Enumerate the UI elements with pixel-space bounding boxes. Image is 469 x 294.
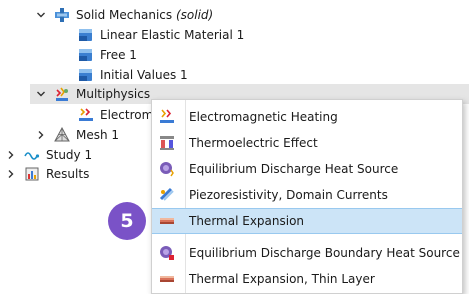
discharge-heat-icon [159,161,175,177]
menu-item-piezoresistivity-domain-currents[interactable]: Piezoresistivity, Domain Currents [152,182,462,208]
chevron-right-icon[interactable] [36,130,46,140]
tree-node-label: Study 1 [46,148,93,162]
tree-node-suffix: (solid) [175,8,214,22]
solid-mechanics-icon [54,7,70,23]
mesh-icon [54,127,70,143]
menu-item-label: Equilibrium Discharge Boundary Heat Sour… [189,246,460,260]
tree-node-solid-mechanics[interactable]: Solid Mechanics (solid) [36,5,213,25]
tree-node-mesh[interactable]: Mesh 1 [36,125,119,145]
boundary-node-icon [78,47,94,63]
tree-node-linear-elastic-material[interactable]: Linear Elastic Material 1 [78,25,244,45]
tree-node-results[interactable]: Results [6,164,89,184]
tree-node-study[interactable]: Study 1 [6,145,92,165]
menu-item-electromagnetic-heating[interactable]: Electromagnetic Heating [152,104,462,130]
tree-node-label: Free 1 [100,48,137,62]
menu-item-label: Electromagnetic Heating [189,110,338,124]
tree-node-label: Electrom [100,108,154,122]
piezoresistivity-icon [159,187,175,203]
menu-item-equilibrium-discharge-boundary-heat-source[interactable]: Equilibrium Discharge Boundary Heat Sour… [152,240,462,266]
tree-node-label: Initial Values 1 [100,68,188,82]
menu-item-label: Thermal Expansion, Thin Layer [189,272,375,286]
thermal-expansion-thin-icon [159,271,175,287]
thermoelectric-icon [159,135,175,151]
menu-item-label: Piezoresistivity, Domain Currents [189,188,388,202]
electromagnetic-heating-icon [159,109,175,125]
tree-node-electromagnetic-heating[interactable]: Electrom [78,105,153,125]
menu-item-thermoelectric-effect[interactable]: Thermoelectric Effect [152,130,462,156]
multiphysics-context-menu: Electromagnetic Heating Thermoelectric E… [151,99,463,294]
tree-node-free[interactable]: Free 1 [78,45,137,65]
chevron-down-icon[interactable] [36,10,46,20]
thermal-expansion-icon [159,213,175,229]
tree-node-label: Linear Elastic Material 1 [100,28,245,42]
menu-item-label: Equilibrium Discharge Heat Source [189,162,399,176]
menu-item-label: Thermal Expansion [189,214,305,228]
discharge-boundary-icon [159,245,175,261]
results-icon [24,166,40,182]
tree-node-initial-values[interactable]: Initial Values 1 [78,65,188,85]
chevron-right-icon[interactable] [6,169,16,179]
tree-node-label: Results [46,167,90,181]
tree-node-label: Mesh 1 [76,128,120,142]
study-icon [24,147,40,163]
material-node-icon [78,27,94,43]
chevron-down-icon[interactable] [36,89,46,99]
menu-item-label: Thermoelectric Effect [189,136,318,150]
menu-item-thermal-expansion-thin-layer[interactable]: Thermal Expansion, Thin Layer [152,266,462,292]
electromagnetic-heating-icon [78,107,94,123]
menu-item-equilibrium-discharge-heat-source[interactable]: Equilibrium Discharge Heat Source [152,156,462,182]
menu-item-thermal-expansion[interactable]: Thermal Expansion [152,208,462,234]
initial-values-icon [78,67,94,83]
tree-node-label: Multiphysics [76,87,151,101]
multiphysics-icon [54,86,70,102]
step-number-badge: 5 [108,202,146,240]
tree-node-label: Solid Mechanics [76,8,173,22]
chevron-right-icon[interactable] [6,150,16,160]
